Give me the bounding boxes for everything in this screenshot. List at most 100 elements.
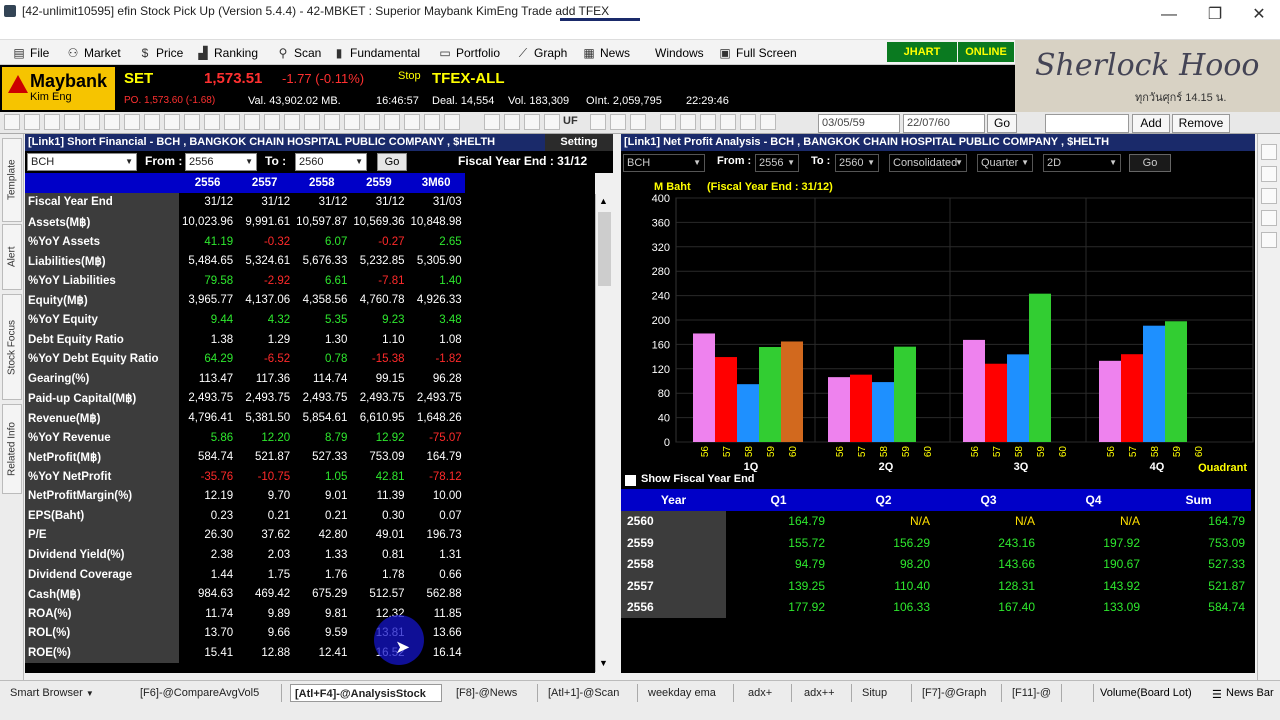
column-header[interactable]: 2558	[293, 173, 351, 193]
toolbar-tool-icon[interactable]	[610, 114, 626, 130]
task-tab[interactable]: Situp	[858, 684, 912, 702]
close-button[interactable]: ✕	[1236, 0, 1280, 30]
column-header[interactable]: Sum	[1146, 489, 1251, 511]
table-row[interactable]: 2560 164.79 N/A N/A N/A 164.79	[621, 510, 1251, 532]
menu-windows[interactable]: Windows	[655, 44, 704, 62]
edge-tool-icon[interactable]	[1261, 166, 1277, 182]
side-tab-template[interactable]: Template	[2, 138, 22, 222]
consolidated-select[interactable]: Consolidated ▼	[889, 154, 967, 172]
toolbar-tool-icon[interactable]	[484, 114, 500, 130]
toolbar-tool-icon[interactable]	[524, 114, 540, 130]
column-header[interactable]: 2559	[350, 173, 408, 193]
rp-symbol-select[interactable]: BCH ▼	[623, 154, 705, 172]
toolbar-dropdown[interactable]	[1045, 114, 1129, 133]
edge-tool-icon[interactable]	[1261, 144, 1277, 160]
menu-scan[interactable]: ⚲ Scan	[276, 44, 322, 62]
table-row[interactable]: 2556 177.92 106.33 167.40 133.09 584.74	[621, 596, 1251, 618]
side-tab-related-info[interactable]: Related Info	[2, 404, 22, 494]
rp-to-select[interactable]: 2560 ▼	[835, 154, 879, 172]
menu-graph[interactable]: ⟋ Graph	[516, 44, 568, 62]
side-tab-stock-focus[interactable]: Stock Focus	[2, 294, 22, 400]
toolbar-tool-icon[interactable]	[364, 114, 380, 130]
toolbar-tool-icon[interactable]	[124, 114, 140, 130]
task-tab[interactable]: [F8]-@News	[452, 684, 538, 702]
menu-portfolio[interactable]: ▭ Portfolio	[438, 44, 500, 62]
toolbar-tool-icon[interactable]	[700, 114, 716, 130]
date-from-field[interactable]: 03/05/59	[818, 114, 900, 133]
smart-browser-select[interactable]: Smart Browser ▼	[10, 684, 102, 702]
task-tab[interactable]: [F11]-@	[1008, 684, 1062, 702]
toolbar-tool-icon[interactable]	[164, 114, 180, 130]
column-header[interactable]: Q4	[1041, 489, 1146, 511]
toolbar-tool-icon[interactable]	[44, 114, 60, 130]
column-header[interactable]: Q2	[831, 489, 936, 511]
task-tab[interactable]: adx+	[744, 684, 792, 702]
toolbar-tool-icon[interactable]	[630, 114, 646, 130]
task-tab[interactable]: [Atl+1]-@Scan	[544, 684, 638, 702]
toolbar-tool-icon[interactable]	[144, 114, 160, 130]
task-tab[interactable]: [Atl+F4]-@AnalysisStock	[290, 684, 442, 702]
toolbar-tool-icon[interactable]	[184, 114, 200, 130]
toolbar-tool-icon[interactable]	[384, 114, 400, 130]
toolbar-tool-icon[interactable]	[324, 114, 340, 130]
date-to-field[interactable]: 22/07/60	[903, 114, 985, 133]
column-header[interactable]: Q3	[936, 489, 1041, 511]
edge-tool-icon[interactable]	[1261, 210, 1277, 226]
column-header[interactable]: 2556	[179, 173, 237, 193]
setting-button[interactable]: Setting	[545, 134, 613, 151]
toolbar-tool-icon[interactable]	[404, 114, 420, 130]
toolbar-tool-icon[interactable]	[204, 114, 220, 130]
toolbar-tool-icon[interactable]	[284, 114, 300, 130]
maximize-button[interactable]: ❐	[1192, 0, 1238, 30]
rp-from-select[interactable]: 2556 ▼	[755, 154, 799, 172]
toolbar-tool-icon[interactable]	[720, 114, 736, 130]
remove-button[interactable]: Remove	[1172, 114, 1230, 133]
toolbar-tool-icon[interactable]	[740, 114, 756, 130]
to-select[interactable]: 2560 ▼	[295, 153, 367, 171]
toolbar-tool-icon[interactable]	[344, 114, 360, 130]
edge-tool-icon[interactable]	[1261, 232, 1277, 248]
menu-fundamental[interactable]: ▮ Fundamental	[332, 44, 420, 62]
toolbar-tool-icon[interactable]	[244, 114, 260, 130]
toolbar-tool-icon[interactable]	[24, 114, 40, 130]
rp-go-button[interactable]: Go	[1129, 154, 1171, 172]
menu-file[interactable]: ▤ File	[12, 44, 49, 62]
scroll-down-icon[interactable]: ▼	[599, 658, 608, 668]
toolbar-tool-icon[interactable]	[4, 114, 20, 130]
add-button[interactable]: Add	[1132, 114, 1170, 133]
table-row[interactable]: 2559 155.72 156.29 243.16 197.92 753.09	[621, 532, 1251, 554]
toolbar-tool-icon[interactable]	[444, 114, 460, 130]
left-scrollbar[interactable]: ▲ ▼	[595, 194, 613, 672]
menu-ranking[interactable]: ▟ Ranking	[196, 44, 258, 62]
task-tab[interactable]: [F6]-@CompareAvgVol5	[136, 684, 282, 702]
minimize-button[interactable]: —	[1146, 0, 1192, 30]
scroll-thumb[interactable]	[598, 212, 611, 286]
menu-market[interactable]: ⚇ Market	[66, 44, 121, 62]
table-row[interactable]: 2558 94.79 98.20 143.66 190.67 527.33	[621, 553, 1251, 575]
table-row[interactable]: 2557 139.25 110.40 128.31 143.92 521.87	[621, 575, 1251, 597]
toolbar-tool-icon[interactable]	[680, 114, 696, 130]
from-select[interactable]: 2556 ▼	[185, 153, 257, 171]
toolbar-tool-icon[interactable]	[590, 114, 606, 130]
toolbar-tool-icon[interactable]	[264, 114, 280, 130]
left-go-button[interactable]: Go	[377, 153, 407, 171]
show-fiscal-checkbox[interactable]	[625, 475, 636, 486]
menu-full-screen[interactable]: ▣ Full Screen	[718, 44, 796, 62]
toolbar-tool-icon[interactable]	[64, 114, 80, 130]
symbol-select[interactable]: BCH ▼	[27, 153, 137, 171]
toolbar-tool-icon[interactable]	[660, 114, 676, 130]
volume-board-lot[interactable]: Volume(Board Lot)	[1093, 684, 1203, 702]
toolbar-tool-icon[interactable]	[224, 114, 240, 130]
toolbar-tool-icon[interactable]	[424, 114, 440, 130]
column-header[interactable]: Year	[621, 489, 726, 511]
jhart-badge[interactable]: JHART	[887, 42, 957, 62]
period-select[interactable]: Quarter ▼	[977, 154, 1033, 172]
toolbar-tool-icon[interactable]	[504, 114, 520, 130]
menu-price[interactable]: $ Price	[138, 44, 184, 62]
task-tab[interactable]: adx++	[800, 684, 852, 702]
view-select[interactable]: 2D ▼	[1043, 154, 1121, 172]
column-header[interactable]: Q1	[726, 489, 831, 511]
menu-news[interactable]: ▦ News	[582, 44, 630, 62]
edge-tool-icon[interactable]	[1261, 188, 1277, 204]
toolbar-tool-icon[interactable]	[544, 114, 560, 130]
